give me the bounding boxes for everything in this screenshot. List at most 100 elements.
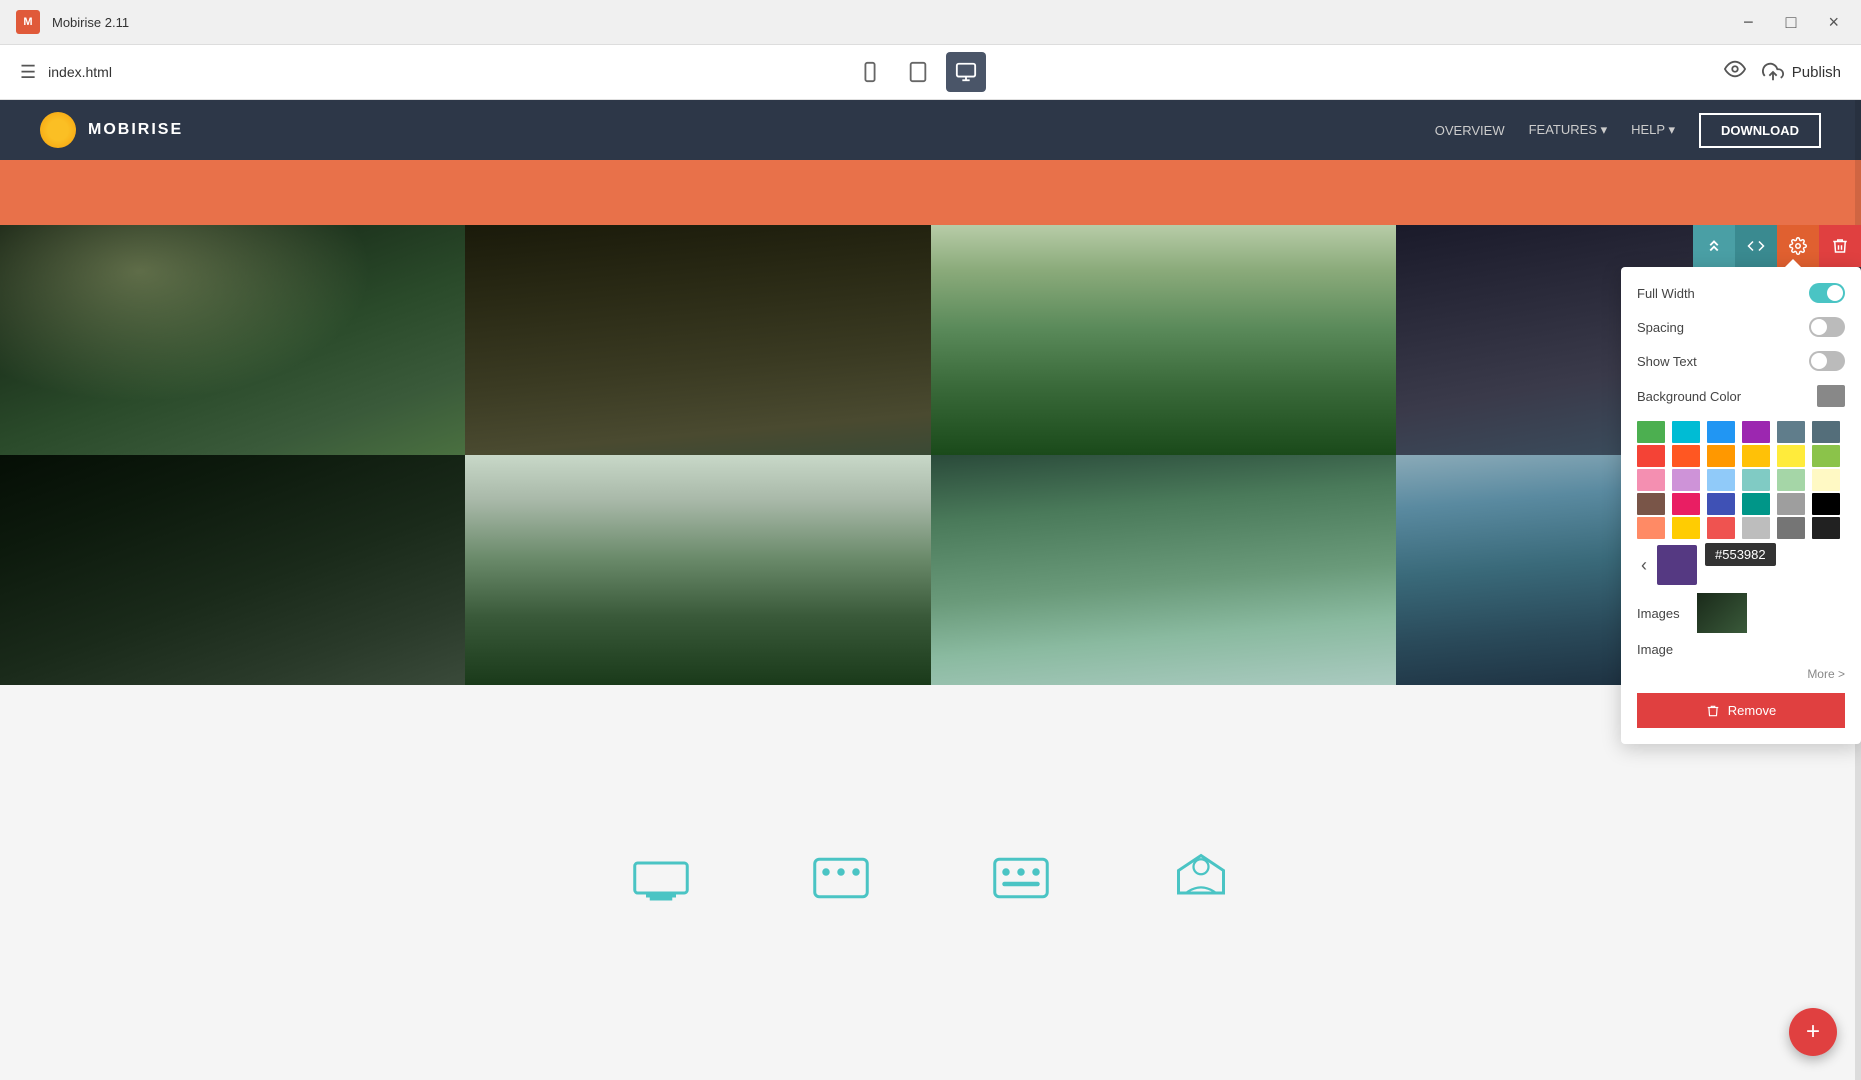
publish-label: Publish	[1792, 64, 1841, 81]
show-text-label: Show Text	[1637, 354, 1697, 369]
color-swatch-15[interactable]	[1742, 469, 1770, 491]
color-swatch-6[interactable]	[1637, 445, 1665, 467]
site-brand: MOBIRISE	[40, 112, 183, 148]
gallery-cell-3	[931, 225, 1396, 455]
gallery-section: Full Width Spacing Show Text Background …	[0, 225, 1861, 685]
color-swatch-11[interactable]	[1812, 445, 1840, 467]
color-swatch-27[interactable]	[1742, 517, 1770, 539]
full-width-row: Full Width	[1637, 283, 1845, 303]
bg-color-swatch[interactable]	[1817, 385, 1845, 407]
color-swatch-7[interactable]	[1672, 445, 1700, 467]
color-swatch-grid	[1637, 421, 1845, 539]
color-swatch-10[interactable]	[1777, 445, 1805, 467]
images-row: Images	[1637, 593, 1845, 633]
bg-color-row: Background Color	[1637, 385, 1845, 407]
gallery-image-6	[465, 455, 930, 685]
color-swatch-8[interactable]	[1707, 445, 1735, 467]
fab-plus-icon: +	[1806, 1018, 1820, 1046]
main-toolbar: ☰ index.html	[0, 45, 1861, 100]
tablet-view-button[interactable]	[898, 52, 938, 92]
remove-label: Remove	[1728, 703, 1776, 718]
full-width-toggle-knob	[1827, 285, 1843, 301]
color-swatch-14[interactable]	[1707, 469, 1735, 491]
color-swatch-22[interactable]	[1777, 493, 1805, 515]
more-link[interactable]: More >	[1637, 667, 1845, 681]
color-swatch-20[interactable]	[1707, 493, 1735, 515]
color-swatch-12[interactable]	[1637, 469, 1665, 491]
settings-panel: Full Width Spacing Show Text Background …	[1621, 267, 1861, 744]
color-swatch-16[interactable]	[1777, 469, 1805, 491]
show-text-toggle[interactable]	[1809, 351, 1845, 371]
color-swatch-1[interactable]	[1672, 421, 1700, 443]
window-controls: − □ ×	[1737, 10, 1845, 35]
title-bar-left: M Mobirise 2.11	[16, 10, 129, 34]
color-swatch-17[interactable]	[1812, 469, 1840, 491]
device-switcher	[850, 52, 986, 92]
color-swatch-3[interactable]	[1742, 421, 1770, 443]
publish-button[interactable]: Publish	[1762, 61, 1841, 83]
color-swatch-9[interactable]	[1742, 445, 1770, 467]
nav-download-button[interactable]: DOWNLOAD	[1699, 113, 1821, 148]
cloud-upload-icon	[1762, 61, 1784, 83]
title-bar: M Mobirise 2.11 − □ ×	[0, 0, 1861, 45]
color-picker: ‹ #553982	[1637, 421, 1845, 585]
delete-block-button[interactable]	[1819, 225, 1861, 267]
gallery-image-2	[465, 225, 930, 455]
feature-icon-2	[811, 853, 871, 913]
images-label: Images	[1637, 606, 1697, 621]
spacing-row: Spacing	[1637, 317, 1845, 337]
nav-help[interactable]: HELP ▾	[1631, 122, 1675, 138]
gallery-cell-1	[0, 225, 465, 455]
color-hex-tooltip: #553982	[1705, 543, 1776, 566]
feature-icon-1	[631, 853, 691, 913]
add-block-button[interactable]: +	[1789, 1008, 1837, 1056]
block-toolbar	[1693, 225, 1861, 267]
color-swatch-19[interactable]	[1672, 493, 1700, 515]
hamburger-menu-icon[interactable]: ☰	[20, 62, 36, 83]
desktop-view-button[interactable]	[946, 52, 986, 92]
color-swatch-23[interactable]	[1812, 493, 1840, 515]
maximize-button[interactable]: □	[1780, 10, 1803, 35]
color-swatch-24[interactable]	[1637, 517, 1665, 539]
gallery-cell-7	[931, 455, 1396, 685]
image-label: Image	[1637, 642, 1673, 657]
color-swatch-21[interactable]	[1742, 493, 1770, 515]
panel-caret	[1785, 259, 1801, 267]
gallery-cell-2	[465, 225, 930, 455]
app-logo: M	[16, 10, 40, 34]
color-swatch-2[interactable]	[1707, 421, 1735, 443]
color-swatch-4[interactable]	[1777, 421, 1805, 443]
app-title: Mobirise 2.11	[52, 15, 129, 30]
color-prev-button[interactable]: ‹	[1637, 551, 1651, 580]
color-swatch-18[interactable]	[1637, 493, 1665, 515]
gallery-image-7	[931, 455, 1396, 685]
preview-button[interactable]	[1724, 58, 1746, 86]
full-width-label: Full Width	[1637, 286, 1695, 301]
color-swatch-25[interactable]	[1672, 517, 1700, 539]
image-thumbnail[interactable]	[1697, 593, 1747, 633]
close-button[interactable]: ×	[1822, 10, 1845, 35]
full-width-toggle[interactable]	[1809, 283, 1845, 303]
color-preview-area: #553982	[1657, 545, 1697, 585]
color-swatch-0[interactable]	[1637, 421, 1665, 443]
bg-color-label: Background Color	[1637, 389, 1741, 404]
spacing-toggle-knob	[1811, 319, 1827, 335]
color-swatch-13[interactable]	[1672, 469, 1700, 491]
color-swatch-5[interactable]	[1812, 421, 1840, 443]
gallery-image-1	[0, 225, 465, 455]
color-swatch-26[interactable]	[1707, 517, 1735, 539]
color-swatch-28[interactable]	[1777, 517, 1805, 539]
color-swatch-29[interactable]	[1812, 517, 1840, 539]
reorder-block-button[interactable]	[1693, 225, 1735, 267]
spacing-label: Spacing	[1637, 320, 1684, 335]
image-label-row: Image	[1637, 641, 1845, 659]
nav-features[interactable]: FEATURES ▾	[1529, 122, 1608, 138]
selected-color-preview	[1657, 545, 1697, 585]
edit-code-button[interactable]	[1735, 225, 1777, 267]
toolbar-left: ☰ index.html	[20, 62, 112, 83]
remove-button[interactable]: Remove	[1637, 693, 1845, 728]
minimize-button[interactable]: −	[1737, 10, 1760, 35]
spacing-toggle[interactable]	[1809, 317, 1845, 337]
mobile-view-button[interactable]	[850, 52, 890, 92]
nav-overview[interactable]: OVERVIEW	[1435, 123, 1505, 138]
